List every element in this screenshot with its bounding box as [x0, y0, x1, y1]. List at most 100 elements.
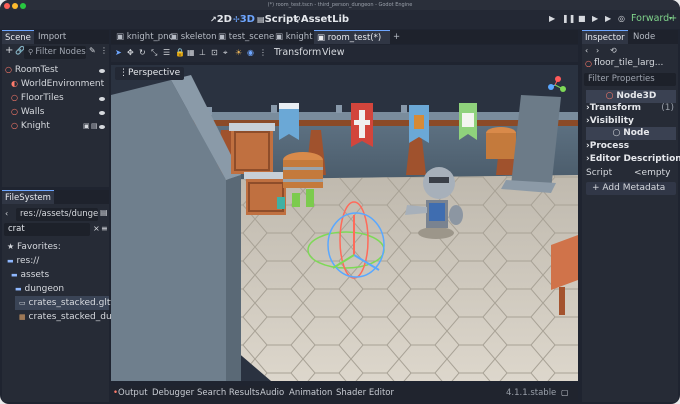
filesystem-search-input[interactable]: crat [4, 223, 90, 236]
tab-debugger[interactable]: Debugger [152, 386, 194, 400]
filesystem-path-field[interactable]: res://assets/dunge [16, 208, 98, 221]
script-attach-icon[interactable]: ✎ [89, 46, 96, 55]
folder-icon: ▬ [11, 271, 18, 279]
script-mode-button[interactable]: ▤Script [257, 13, 298, 26]
move-tool-icon[interactable]: ✥ [127, 48, 134, 57]
3d-viewport[interactable]: ⋮Perspective [111, 65, 578, 381]
scene-node-knight[interactable]: ○ Knight [11, 119, 50, 133]
scene-node-walls[interactable]: ○ Walls [11, 105, 44, 119]
local-space-icon[interactable]: ⊡ [211, 48, 218, 57]
scene-node-floortiles[interactable]: ○ FloorTiles [11, 91, 64, 105]
perspective-label: Perspective [128, 68, 181, 78]
ruler-icon[interactable]: ⊥ [199, 48, 206, 57]
group-icon[interactable]: ▦ [187, 48, 195, 57]
inspected-object-name[interactable]: floor_tile_larg... [594, 58, 663, 68]
lock-icon[interactable]: 🔒 [175, 48, 185, 57]
tab-search-results[interactable]: Search Results [197, 386, 260, 400]
filter-nodes-placeholder: Filter Nodes [35, 47, 86, 57]
tab-test-scene[interactable]: ▣ test_scene [215, 30, 277, 44]
filesystem-dock-tabs: FileSystem [2, 190, 109, 204]
filter-properties-input[interactable]: Filter Properties [584, 73, 676, 86]
tab-import[interactable]: Import [35, 30, 69, 44]
tab-knight[interactable]: ▣ knight [272, 30, 316, 44]
play-scene-icon[interactable]: ▶ [592, 14, 598, 23]
tab-filesystem[interactable]: FileSystem [2, 190, 54, 204]
fs-file-crates-stacked-dun[interactable]: ▦ crates_stacked_dun [19, 310, 117, 324]
tab-inspector[interactable]: Inspector [582, 30, 628, 44]
mode-2d-button[interactable]: ↗2D [210, 13, 232, 26]
tab-audio[interactable]: Audio [260, 386, 284, 400]
forward-arrow-icon[interactable]: › [596, 46, 599, 55]
pause-icon[interactable]: ❚❚ [562, 14, 575, 23]
scale-tool-icon[interactable]: ⤡ [151, 48, 157, 58]
view-menu[interactable]: View [322, 47, 345, 58]
fs-dungeon-folder[interactable]: ▬ dungeon [15, 282, 64, 296]
fs-assets-folder[interactable]: ▬ assets [11, 268, 49, 282]
tab-skeleton[interactable]: ▣ skeleton [167, 30, 220, 44]
layout-icon[interactable]: ▢ [561, 386, 569, 400]
script-mode-label: Script [264, 14, 298, 25]
tab-animation[interactable]: Animation [289, 386, 332, 400]
tab-label: test_scene [228, 32, 275, 42]
class-label: Node [623, 128, 650, 138]
add-node-icon[interactable]: + [5, 45, 13, 56]
visibility-eye-icon[interactable] [99, 125, 105, 129]
section-editor-description[interactable]: ›Editor Description [586, 153, 680, 166]
section-count: (1) [661, 103, 674, 113]
open-scene-icon[interactable]: ▣ [83, 122, 90, 130]
favorites-header[interactable]: ★ Favorites: [7, 240, 61, 254]
3d-icon: ✢ [233, 15, 240, 24]
scene-icon: ▣ [218, 32, 229, 42]
scene-node-worldenvironment[interactable]: ◐ WorldEnvironment [11, 77, 104, 91]
environment-preview-icon[interactable]: ◉ [247, 48, 254, 57]
snap-icon[interactable]: ⌖ [223, 48, 228, 58]
fs-label: Favorites: [17, 242, 61, 252]
movie-maker-icon[interactable]: ◎ [618, 14, 625, 23]
list-select-icon[interactable]: ☰ [163, 48, 170, 57]
transform-menu[interactable]: Transform [274, 47, 321, 58]
add-tab-button[interactable]: + [390, 30, 403, 44]
perspective-menu[interactable]: ⋮Perspective [115, 67, 185, 80]
clear-search-icon[interactable]: × [93, 224, 100, 233]
visibility-eye-icon[interactable] [99, 97, 105, 101]
more-options-icon[interactable]: ⋮ [259, 48, 267, 57]
chevron-down-icon: ▾ [669, 15, 673, 22]
play-icon[interactable]: ▶ [549, 14, 555, 23]
fs-root-folder[interactable]: ▬ res:// [7, 254, 39, 268]
script-property-value[interactable]: <empty [634, 167, 670, 180]
back-arrow-icon[interactable]: ‹ [5, 209, 8, 218]
filter-nodes-input[interactable]: ⚲ Filter Nodes [24, 46, 86, 59]
sort-icon[interactable]: ≡ [101, 224, 108, 233]
stop-icon[interactable]: ■ [578, 14, 586, 23]
split-mode-icon[interactable]: ▤ [100, 208, 108, 217]
folder-icon: ▬ [15, 285, 22, 293]
fs-file-crates-stacked-gltf[interactable]: ▭ crates_stacked.gltf.c [15, 296, 121, 310]
assetlib-mode-button[interactable]: ⚲AssetLib [295, 13, 349, 26]
node3d-icon: ○ [605, 91, 617, 101]
section-transform[interactable]: ›Transform (1) [586, 102, 676, 115]
history-icon[interactable]: ⟲ [610, 46, 617, 55]
node-label: FloorTiles [20, 93, 64, 103]
tab-output[interactable]: •Output [113, 386, 148, 400]
visibility-eye-icon[interactable] [99, 111, 105, 115]
mode-3d-button[interactable]: ✢3D [233, 13, 255, 26]
scene-node-roomtest[interactable]: ○ RoomTest [5, 63, 58, 77]
sun-preview-icon[interactable]: ☀ [235, 48, 242, 57]
play-custom-scene-icon[interactable]: ▶ [605, 14, 611, 23]
tab-shader-editor[interactable]: Shader Editor [336, 386, 394, 400]
menu-icon[interactable]: ⋮ [100, 46, 108, 55]
add-metadata-button[interactable]: + Add Metadata [586, 182, 676, 195]
section-label: Process [589, 141, 630, 151]
back-arrow-icon[interactable]: ‹ [585, 46, 588, 55]
visibility-eye-icon[interactable] [99, 69, 105, 73]
section-process[interactable]: ›Process [586, 140, 676, 153]
tab-scene[interactable]: Scene [2, 30, 34, 44]
add-metadata-label: Add Metadata [602, 183, 666, 193]
tab-node[interactable]: Node [630, 30, 658, 44]
bottom-tab-label: Output [118, 388, 148, 398]
scene-tabs: ▣ knight_pnc ▣ skeleton ▣ test_scene ▣ k… [111, 30, 578, 44]
select-tool-icon[interactable]: ➤ [115, 48, 122, 57]
script-icon[interactable]: ▤ [91, 122, 98, 130]
rotate-tool-icon[interactable]: ↻ [139, 48, 146, 57]
tab-room-test[interactable]: ▣ room_test(*) [314, 30, 390, 44]
